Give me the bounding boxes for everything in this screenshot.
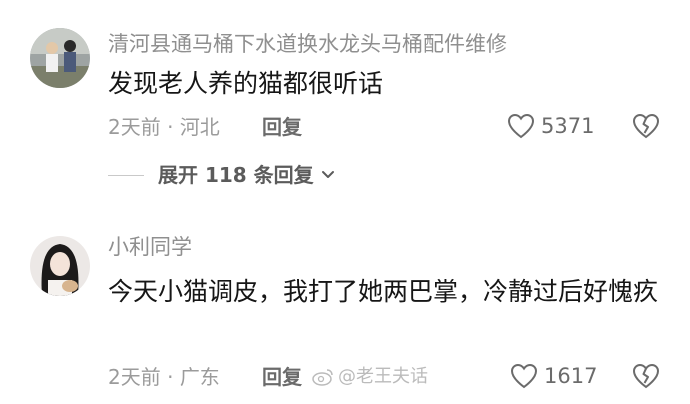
watermark: @老王夫话 — [312, 366, 428, 388]
like-count: 5371 — [541, 114, 595, 138]
commenter-avatar[interactable] — [30, 236, 90, 296]
weibo-logo-icon — [312, 369, 333, 386]
dislike-button[interactable] — [632, 363, 660, 393]
comment-text: 发现老人养的猫都很听话 — [108, 69, 384, 98]
comment-location: 河北 — [179, 115, 220, 139]
reply-button[interactable]: 回复 — [262, 114, 302, 140]
commenter-avatar[interactable] — [30, 28, 90, 88]
comment-meta: 2天前 · 广东 — [108, 364, 220, 390]
watermark-text: @老王夫话 — [338, 366, 428, 387]
reply-button[interactable]: 回复 — [262, 364, 302, 390]
dislike-button[interactable] — [632, 113, 660, 143]
heart-outline-icon — [510, 363, 538, 389]
expand-replies-button[interactable]: 展开 118 条回复 — [108, 162, 336, 188]
avatar-photo — [30, 236, 90, 296]
avatar-photo — [30, 28, 90, 88]
heart-outline-icon — [507, 113, 535, 139]
comment-text: 今天小猫调皮，我打了她两巴掌，冷静过后好愧疚 — [108, 277, 659, 306]
meta-separator: · — [167, 365, 174, 389]
expand-divider — [108, 174, 144, 176]
like-count: 1617 — [544, 364, 598, 388]
comment-location: 广东 — [179, 365, 220, 389]
broken-heart-icon — [632, 113, 660, 139]
comment-meta: 2天前 · 河北 — [108, 114, 220, 140]
comment-username[interactable]: 小利同学 — [108, 234, 192, 260]
expand-replies-label: 展开 118 条回复 — [158, 163, 314, 187]
like-button[interactable]: 1617 — [510, 363, 597, 389]
like-button[interactable]: 5371 — [507, 113, 594, 139]
comment-username[interactable]: 清河县通马桶下水道换水龙头马桶配件维修 — [108, 31, 507, 57]
meta-separator: · — [167, 115, 174, 139]
chevron-down-icon — [321, 171, 334, 178]
comment-time: 2天前 — [108, 365, 161, 389]
comment-time: 2天前 — [108, 115, 161, 139]
broken-heart-icon — [632, 363, 660, 389]
